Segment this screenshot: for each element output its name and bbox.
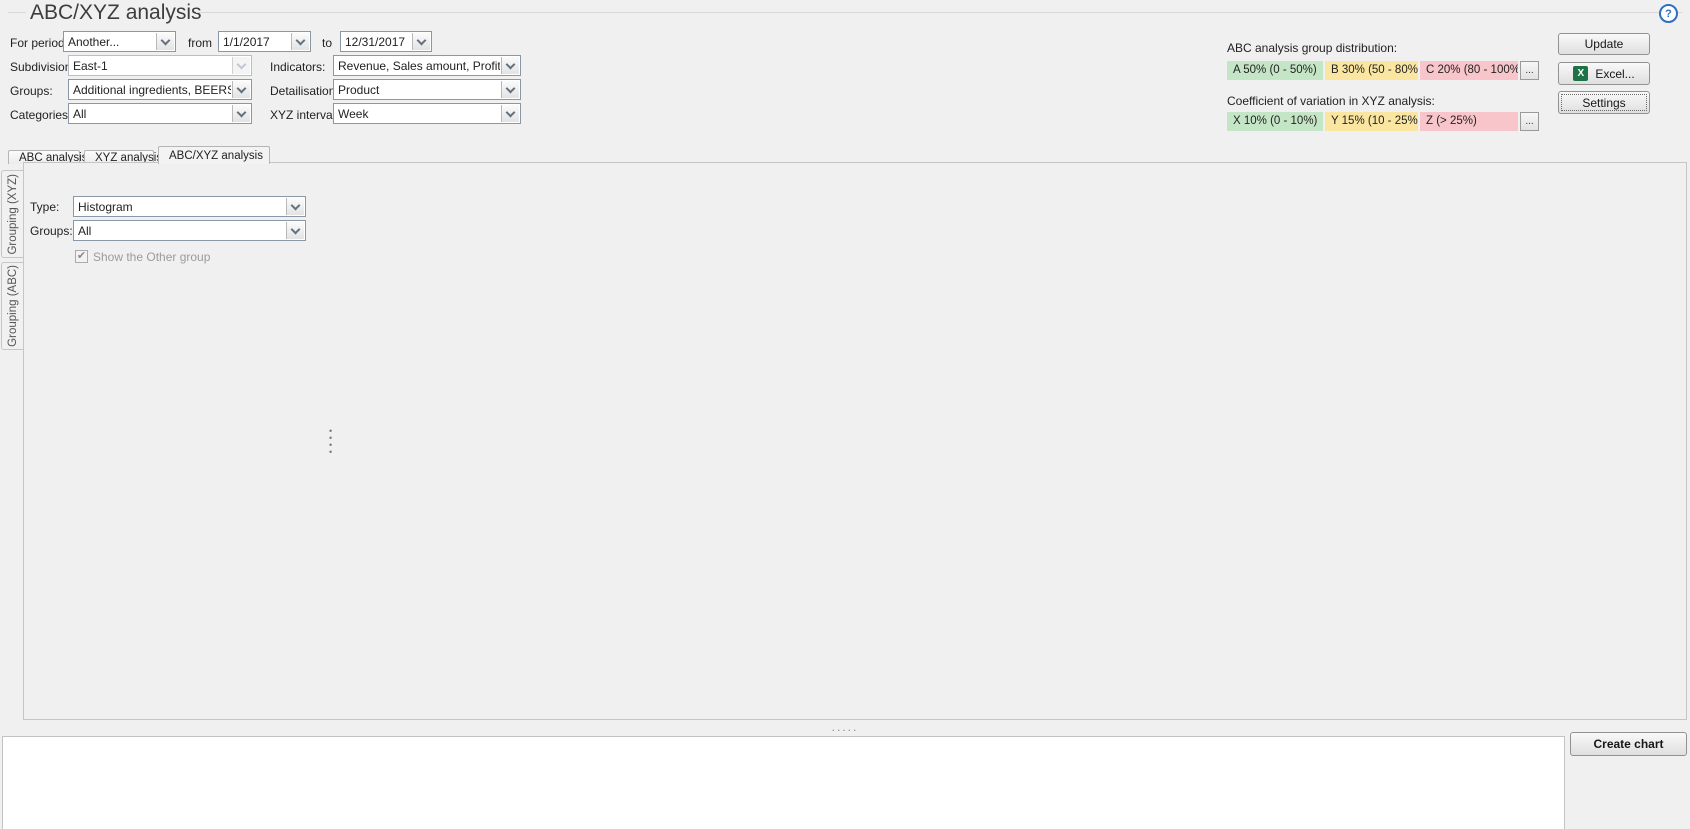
indicators-label: Indicators: bbox=[270, 60, 325, 74]
subdivisions-value: East-1 bbox=[73, 59, 231, 73]
chevron-down-icon bbox=[286, 222, 304, 239]
chart-groups-value: All bbox=[78, 224, 285, 238]
to-date-select[interactable]: 12/31/2017 bbox=[340, 31, 432, 52]
abc-badge-1: B 30% (50 - 80%) bbox=[1325, 61, 1418, 80]
chevron-down-icon bbox=[232, 105, 250, 122]
update-button[interactable]: Update bbox=[1558, 33, 1650, 55]
categories-label: Categories: bbox=[10, 108, 71, 122]
page-title: ABC/XYZ analysis bbox=[30, 1, 202, 25]
groups-value: Additional ingredients, BEERS, BEV... bbox=[73, 83, 231, 97]
chart-type-label: Type: bbox=[30, 200, 59, 214]
chevron-down-icon bbox=[286, 198, 304, 215]
categories-value: All bbox=[73, 107, 231, 121]
indicators-value: Revenue, Sales amount, Profit, Sa... bbox=[338, 59, 500, 73]
xyz-badge-0: X 10% (0 - 10%) bbox=[1227, 112, 1323, 131]
subdivisions-select[interactable]: East-1 bbox=[68, 55, 252, 76]
chevron-down-icon bbox=[232, 57, 250, 74]
vertical-splitter-handle[interactable]: •••• bbox=[329, 428, 333, 456]
indicators-select[interactable]: Revenue, Sales amount, Profit, Sa... bbox=[333, 55, 521, 76]
chart-groups-label: Groups: bbox=[30, 224, 73, 238]
title-divider bbox=[196, 12, 1682, 13]
xyz-badge-2: Z (> 25%) bbox=[1420, 112, 1518, 131]
update-button-label: Update bbox=[1585, 37, 1624, 51]
create-chart-button-label: Create chart bbox=[1593, 737, 1663, 751]
create-chart-button[interactable]: Create chart bbox=[1570, 732, 1687, 756]
chevron-down-icon bbox=[501, 57, 519, 74]
chevron-down-icon bbox=[232, 81, 250, 98]
abcxyz-analysis-window: ABC/XYZ analysis ? For period Another...… bbox=[0, 0, 1690, 829]
excel-icon: X bbox=[1573, 66, 1588, 81]
chevron-down-icon bbox=[412, 33, 430, 50]
abcxyz-tab-content bbox=[23, 162, 1687, 720]
xyz-interval-select[interactable]: Week bbox=[333, 103, 521, 124]
xyz-more-button[interactable]: ... bbox=[1520, 112, 1539, 131]
from-label: from bbox=[188, 36, 212, 50]
xyz-interval-label: XYZ interval: bbox=[270, 108, 339, 122]
xyz-interval-value: Week bbox=[338, 107, 500, 121]
abc-more-button[interactable]: ... bbox=[1520, 61, 1539, 80]
settings-button[interactable]: Settings bbox=[1558, 91, 1650, 114]
period-value: Another... bbox=[68, 35, 155, 49]
chart-output-panel[interactable] bbox=[2, 736, 1565, 829]
xyz-badge-1: Y 15% (10 - 25%) bbox=[1325, 112, 1418, 131]
from-date-value: 1/1/2017 bbox=[223, 35, 290, 49]
abc-badge-0: A 50% (0 - 50%) bbox=[1227, 61, 1323, 80]
groups-select[interactable]: Additional ingredients, BEERS, BEV... bbox=[68, 79, 252, 100]
chart-type-select[interactable]: Histogram bbox=[73, 196, 306, 217]
horizontal-splitter-handle[interactable]: ..... bbox=[0, 723, 1690, 735]
title-divider bbox=[8, 12, 26, 13]
show-other-group-checkbox[interactable]: ✔ bbox=[75, 250, 88, 263]
excel-button[interactable]: X Excel... bbox=[1558, 62, 1650, 85]
detailisation-value: Product bbox=[338, 83, 500, 97]
abc-badge-2: C 20% (80 - 100%) bbox=[1420, 61, 1518, 80]
settings-button-label: Settings bbox=[1582, 96, 1625, 110]
for-period-label: For period bbox=[10, 36, 65, 50]
chart-groups-select[interactable]: All bbox=[73, 220, 306, 241]
chevron-down-icon bbox=[501, 81, 519, 98]
excel-button-label: Excel... bbox=[1595, 67, 1634, 81]
side-tab-label: Grouping (XYZ) bbox=[7, 174, 19, 255]
chevron-down-icon bbox=[156, 33, 174, 50]
from-date-select[interactable]: 1/1/2017 bbox=[218, 31, 311, 52]
show-other-group-label: Show the Other group bbox=[93, 250, 210, 264]
groups-label: Groups: bbox=[10, 84, 53, 98]
xyz-variation-label: Coefficient of variation in XYZ analysis… bbox=[1227, 94, 1435, 108]
chevron-down-icon bbox=[291, 33, 309, 50]
detailisation-select[interactable]: Product bbox=[333, 79, 521, 100]
to-label: to bbox=[322, 36, 332, 50]
side-tab-label: Grouping (ABC) bbox=[7, 265, 19, 347]
side-tab-grouping-xyz-[interactable]: Grouping (XYZ) bbox=[1, 170, 23, 258]
period-select[interactable]: Another... bbox=[63, 31, 176, 52]
chart-type-value: Histogram bbox=[78, 200, 285, 214]
categories-select[interactable]: All bbox=[68, 103, 252, 124]
detailisation-label: Detailisation: bbox=[270, 84, 339, 98]
help-icon[interactable]: ? bbox=[1659, 4, 1678, 23]
tab-abc-xyz-analysis[interactable]: ABC/XYZ analysis bbox=[158, 146, 270, 164]
to-date-value: 12/31/2017 bbox=[345, 35, 411, 49]
side-tab-grouping-abc-[interactable]: Grouping (ABC) bbox=[1, 262, 23, 350]
abc-distribution-label: ABC analysis group distribution: bbox=[1227, 41, 1397, 55]
chevron-down-icon bbox=[501, 105, 519, 122]
